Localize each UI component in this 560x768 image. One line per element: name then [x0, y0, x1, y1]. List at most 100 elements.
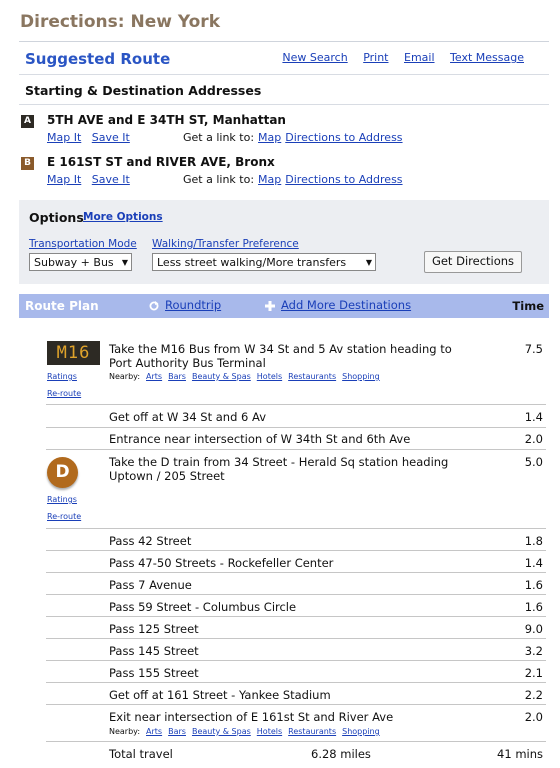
- step-time: 2.0: [524, 432, 543, 446]
- end-get-link-label: Get a link to:: [183, 173, 255, 186]
- email-link[interactable]: Email: [404, 51, 435, 64]
- start-map-link[interactable]: Map: [258, 131, 281, 144]
- step-text: Get off at W 34 St and 6 Av: [109, 410, 267, 424]
- end-map-it-link[interactable]: Map It: [47, 173, 81, 186]
- time-header: Time: [512, 299, 544, 313]
- new-search-link[interactable]: New Search: [282, 51, 347, 64]
- page-title: Directions: New York: [20, 12, 220, 32]
- total-distance: 6.28 miles: [311, 747, 371, 761]
- step-time: 3.2: [524, 644, 543, 658]
- transportation-mode-label[interactable]: Transportation Mode: [29, 238, 137, 250]
- print-link[interactable]: Print: [363, 51, 388, 64]
- row-divider: [46, 594, 546, 595]
- nearby-bars-link[interactable]: Bars: [168, 727, 186, 736]
- total-label: Total travel: [109, 747, 173, 761]
- bus-ratings-link[interactable]: Ratings: [47, 372, 77, 381]
- suggested-route-heading: Suggested Route: [25, 50, 171, 68]
- nearby-arts-link[interactable]: Arts: [146, 372, 162, 381]
- step-time: 1.8: [524, 534, 543, 548]
- step-time: 7.5: [524, 342, 543, 356]
- nearby-beauty-link[interactable]: Beauty & Spas: [192, 372, 251, 381]
- route-plan-bar: Route Plan Roundtrip Add More Destinatio…: [19, 294, 549, 318]
- step-text: Get off at 161 Street - Yankee Stadium: [109, 688, 331, 702]
- row-divider: [46, 550, 546, 551]
- roundtrip-control[interactable]: Roundtrip: [149, 298, 221, 312]
- text-message-link[interactable]: Text Message: [450, 51, 524, 64]
- options-panel: Options More Options Transportation Mode…: [19, 200, 549, 284]
- step-time: 2.1: [524, 666, 543, 680]
- divider: [19, 41, 549, 42]
- step-text: Pass 145 Street: [109, 644, 199, 658]
- step-text: Take the D train from 34 Street - Herald…: [109, 455, 449, 483]
- step-text: Pass 59 Street - Columbus Circle: [109, 600, 297, 614]
- row-divider: [46, 528, 546, 529]
- step-text: Entrance near intersection of W 34th St …: [109, 432, 411, 446]
- roundtrip-icon: [149, 300, 159, 310]
- total-time: 41 mins: [497, 747, 543, 761]
- end-save-it-link[interactable]: Save It: [92, 173, 130, 186]
- step-text: Pass 7 Avenue: [109, 578, 192, 592]
- top-links: New Search Print Email Text Message: [270, 51, 524, 64]
- row-divider: [46, 616, 546, 617]
- step-text: Take the M16 Bus from W 34 St and 5 Av s…: [109, 342, 452, 370]
- step-text: Pass 42 Street: [109, 534, 192, 548]
- step-time: 1.6: [524, 600, 543, 614]
- nearby-hotels-link[interactable]: Hotels: [257, 727, 282, 736]
- step-time: 5.0: [524, 455, 543, 469]
- row-divider: [46, 404, 546, 405]
- train-reroute-link[interactable]: Re-route: [47, 512, 81, 521]
- nearby-label: Nearby:: [109, 372, 141, 381]
- nearby-restaurants-link[interactable]: Restaurants: [288, 372, 336, 381]
- end-map-link[interactable]: Map: [258, 173, 281, 186]
- nearby-shopping-link[interactable]: Shopping: [342, 727, 380, 736]
- m16-bus-icon: M16: [47, 341, 100, 365]
- row-divider: [46, 427, 546, 428]
- end-address: E 161ST ST and RIVER AVE, Bronx: [47, 155, 275, 169]
- row-divider: [46, 741, 546, 742]
- step-time: 2.0: [524, 710, 543, 724]
- chevron-down-icon: ▼: [365, 258, 372, 267]
- step-text: Exit near intersection of E 161st St and…: [109, 710, 394, 724]
- walking-preference-label[interactable]: Walking/Transfer Preference: [152, 238, 299, 250]
- row-divider: [46, 660, 546, 661]
- start-badge: A: [21, 115, 34, 128]
- nearby-arts-link[interactable]: Arts: [146, 727, 162, 736]
- train-ratings-link[interactable]: Ratings: [47, 495, 77, 504]
- plus-icon: [265, 300, 275, 311]
- transportation-mode-value: Subway + Bus: [34, 256, 114, 269]
- divider: [19, 104, 549, 105]
- transportation-mode-select[interactable]: Subway + Bus ▼: [29, 253, 132, 271]
- options-title: Options: [29, 210, 84, 225]
- chevron-down-icon: ▼: [121, 258, 128, 267]
- add-destinations-control[interactable]: Add More Destinations: [265, 298, 411, 312]
- nearby-hotels-link[interactable]: Hotels: [257, 372, 282, 381]
- add-destinations-link[interactable]: Add More Destinations: [281, 298, 411, 312]
- nearby-label: Nearby:: [109, 727, 141, 736]
- row-divider: [46, 572, 546, 573]
- step-time: 1.4: [524, 556, 543, 570]
- start-save-it-link[interactable]: Save It: [92, 131, 130, 144]
- addresses-heading: Starting & Destination Addresses: [25, 83, 262, 98]
- row-divider: [46, 449, 546, 450]
- more-options-link[interactable]: More Options: [83, 211, 163, 223]
- roundtrip-link[interactable]: Roundtrip: [165, 298, 221, 312]
- step-time: 9.0: [524, 622, 543, 636]
- get-directions-button[interactable]: Get Directions: [424, 251, 522, 273]
- nearby-shopping-link[interactable]: Shopping: [342, 372, 380, 381]
- bus-reroute-link[interactable]: Re-route: [47, 389, 81, 398]
- start-map-it-link[interactable]: Map It: [47, 131, 81, 144]
- nearby-links: Nearby: Arts Bars Beauty & Spas Hotels Restau…: [109, 727, 380, 736]
- step-time: 2.2: [524, 688, 543, 702]
- start-address: 5TH AVE and E 34TH ST, Manhattan: [47, 113, 286, 127]
- start-directions-link[interactable]: Directions to Address: [285, 131, 402, 144]
- nearby-bars-link[interactable]: Bars: [168, 372, 186, 381]
- nearby-beauty-link[interactable]: Beauty & Spas: [192, 727, 251, 736]
- row-divider: [46, 704, 546, 705]
- step-time: 1.4: [524, 410, 543, 424]
- walking-preference-select[interactable]: Less street walking/More transfers ▼: [152, 253, 376, 271]
- step-time: 1.6: [524, 578, 543, 592]
- nearby-restaurants-link[interactable]: Restaurants: [288, 727, 336, 736]
- nearby-links: Nearby: Arts Bars Beauty & Spas Hotels Restau…: [109, 372, 380, 381]
- step-text: Pass 125 Street: [109, 622, 199, 636]
- end-directions-link[interactable]: Directions to Address: [285, 173, 402, 186]
